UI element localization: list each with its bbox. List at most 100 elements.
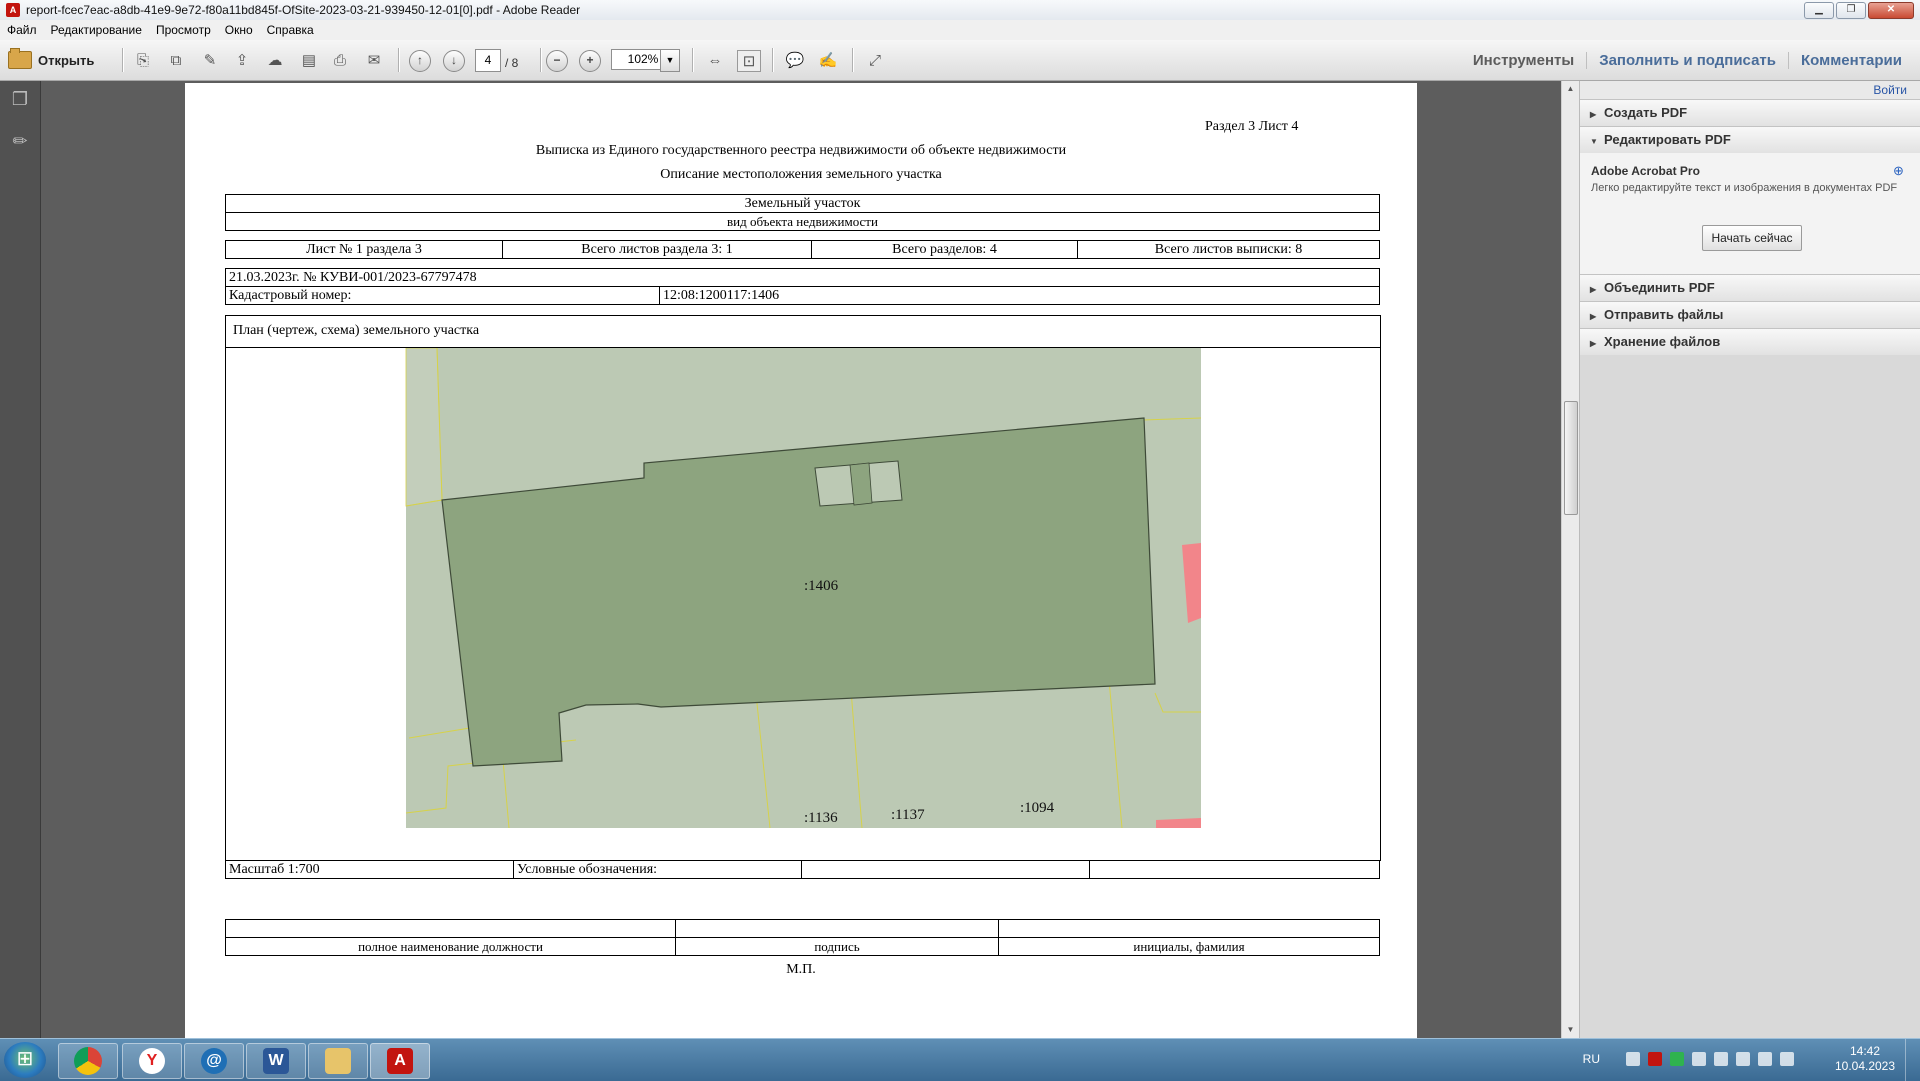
- taskbar-adobe-reader[interactable]: A: [370, 1043, 430, 1079]
- toolbar-separator: [852, 48, 854, 72]
- attachments-icon[interactable]: ✏: [10, 131, 30, 153]
- minus-icon: −: [546, 49, 568, 72]
- highlight-icon[interactable]: ✍: [817, 50, 839, 70]
- tray-device-icon[interactable]: [1714, 1052, 1728, 1066]
- zoom-in-button[interactable]: +: [579, 49, 601, 72]
- object-type: Земельный участок: [225, 194, 1380, 213]
- edit-document-icon[interactable]: ✎: [199, 50, 221, 70]
- taskbar-mail[interactable]: @: [184, 1043, 244, 1079]
- menu-help[interactable]: Справка: [260, 23, 321, 37]
- arrow-up-icon: ↑: [409, 49, 431, 72]
- parcel-label-main: :1406: [804, 578, 839, 594]
- tray-monitor-icon[interactable]: [1758, 1052, 1772, 1066]
- comments-link[interactable]: Комментарии: [1787, 51, 1914, 69]
- page-number-input[interactable]: 4: [475, 49, 501, 72]
- plan-box: План (чертеж, схема) земельного участка: [225, 315, 1381, 861]
- menu-view[interactable]: Просмотр: [149, 23, 218, 37]
- taskbar-word[interactable]: W: [246, 1043, 306, 1079]
- toolbar-separator: [772, 48, 774, 72]
- document-view[interactable]: Раздел 3 Лист 4 Выписка из Единого госуд…: [41, 81, 1561, 1038]
- system-tray: RU 14:42 10.04.2023: [1560, 1039, 1920, 1081]
- sheets-total: Всего листов выписки: 8: [1077, 240, 1380, 259]
- menu-bar: Файл Редактирование Просмотр Окно Справк…: [0, 20, 1920, 40]
- show-desktop-button[interactable]: [1905, 1039, 1920, 1081]
- section-combine-pdf[interactable]: ▶ Объединить PDF: [1580, 274, 1920, 302]
- close-button[interactable]: ✕: [1868, 2, 1914, 19]
- parcel-label-1136: :1136: [804, 810, 838, 826]
- tray-icon[interactable]: [1626, 1052, 1640, 1066]
- taskbar-chrome[interactable]: [58, 1043, 118, 1079]
- signature-cell: [675, 919, 999, 938]
- menu-window[interactable]: Окно: [218, 23, 260, 37]
- taskbar-explorer[interactable]: [308, 1043, 368, 1079]
- combine-files-icon[interactable]: ⧉: [165, 50, 187, 70]
- upload-cloud-icon[interactable]: ☁: [264, 50, 286, 70]
- maximize-button[interactable]: ❐: [1836, 2, 1866, 19]
- scroll-thumb[interactable]: [1564, 401, 1578, 515]
- scale: Масштаб 1:700: [225, 860, 514, 879]
- comment-icon[interactable]: 💬: [784, 50, 806, 70]
- fill-sign-link[interactable]: Заполнить и подписать: [1586, 51, 1788, 69]
- section-sheet-header: Раздел 3 Лист 4: [1205, 119, 1299, 134]
- fit-width-icon[interactable]: ⇔: [704, 50, 726, 70]
- tray-volume-icon[interactable]: [1780, 1052, 1794, 1066]
- folder-open-icon: [8, 48, 32, 69]
- taskbar: Y @ W A RU 14:42 10.04.2023: [0, 1038, 1920, 1081]
- start-now-button[interactable]: Начать сейчас: [1702, 225, 1802, 251]
- start-button[interactable]: [4, 1042, 46, 1078]
- sheet-info-table: Лист № 1 раздела 3 Всего листов раздела …: [225, 240, 1380, 259]
- minimize-button[interactable]: ▁: [1804, 2, 1834, 19]
- section-send-files[interactable]: ▶ Отправить файлы: [1580, 301, 1920, 329]
- tray-network-icon[interactable]: [1692, 1052, 1706, 1066]
- print-icon[interactable]: ⎙: [329, 50, 351, 70]
- share-folder-icon[interactable]: ⇪: [231, 50, 253, 70]
- plan-heading-cell: План (чертеж, схема) земельного участка: [226, 316, 1380, 348]
- tray-speaker-icon[interactable]: [1736, 1052, 1750, 1066]
- toolbar: Открыть ⎘ ⧉ ✎ ⇪ ☁ ▤ ⎙ ✉ ↑ ↓ 4 / 8 − + 10…: [0, 40, 1920, 81]
- previous-page-button[interactable]: ↑: [409, 49, 431, 72]
- save-icon[interactable]: ▤: [298, 50, 320, 70]
- scroll-down-icon[interactable]: ▼: [1562, 1022, 1579, 1038]
- info-icon[interactable]: ⊕: [1893, 163, 1907, 178]
- folder-icon: [325, 1048, 351, 1074]
- menu-edit[interactable]: Редактирование: [44, 23, 149, 37]
- fit-page-icon[interactable]: ⊡: [737, 50, 761, 72]
- tray-k-icon[interactable]: [1670, 1052, 1684, 1066]
- promo-description: Легко редактируйте текст и изображения в…: [1591, 182, 1898, 194]
- yandex-browser-icon: Y: [139, 1048, 165, 1074]
- pdf-page: Раздел 3 Лист 4 Выписка из Единого госуд…: [185, 83, 1417, 1038]
- tray-adobe-icon[interactable]: [1648, 1052, 1662, 1066]
- date-number: 21.03.2023г. № КУВИ-001/2023-67797478: [225, 268, 1380, 287]
- signature-caption: подпись: [675, 937, 999, 956]
- email-icon[interactable]: ✉: [363, 50, 385, 70]
- zoom-dropdown-button[interactable]: ▼: [660, 49, 680, 72]
- expand-icon: ▶: [1590, 312, 1597, 321]
- clock-date: 10.04.2023: [1834, 1059, 1896, 1073]
- position-caption: полное наименование должности: [225, 937, 676, 956]
- language-indicator[interactable]: RU: [1583, 1052, 1600, 1066]
- section-create-pdf[interactable]: ▶ Создать PDF: [1580, 99, 1920, 127]
- section-edit-pdf[interactable]: ▼ Редактировать PDF: [1580, 126, 1920, 154]
- toolbar-separator: [398, 48, 400, 72]
- name-caption: инициалы, фамилия: [998, 937, 1380, 956]
- menu-file[interactable]: Файл: [0, 23, 44, 37]
- open-button[interactable]: Открыть: [8, 48, 94, 71]
- adobe-reader-icon: A: [387, 1048, 413, 1074]
- create-pdf-icon[interactable]: ⎘: [132, 50, 154, 70]
- clock[interactable]: 14:42 10.04.2023: [1830, 1044, 1900, 1074]
- tools-link[interactable]: Инструменты: [1461, 52, 1586, 69]
- section-label: Редактировать PDF: [1604, 132, 1731, 147]
- login-link[interactable]: Войти: [1873, 81, 1907, 99]
- next-page-button[interactable]: ↓: [443, 49, 465, 72]
- fullscreen-icon[interactable]: ⤢: [864, 50, 886, 70]
- title-bar: A report-fcec7eac-a8db-41e9-9e72-f80a11b…: [0, 0, 1920, 21]
- scroll-up-icon[interactable]: ▲: [1562, 81, 1579, 97]
- vertical-scrollbar[interactable]: ▲ ▼: [1561, 81, 1579, 1038]
- section-store-files[interactable]: ▶ Хранение файлов: [1580, 328, 1920, 356]
- cadastral-number: 12:08:1200117:1406: [659, 286, 1380, 305]
- zoom-level-input[interactable]: 102%: [611, 49, 667, 70]
- taskbar-yandex[interactable]: Y: [122, 1043, 182, 1079]
- zoom-out-button[interactable]: −: [546, 49, 568, 72]
- page-thumbnails-icon[interactable]: ❐: [10, 89, 30, 111]
- adobe-reader-icon: A: [6, 3, 20, 17]
